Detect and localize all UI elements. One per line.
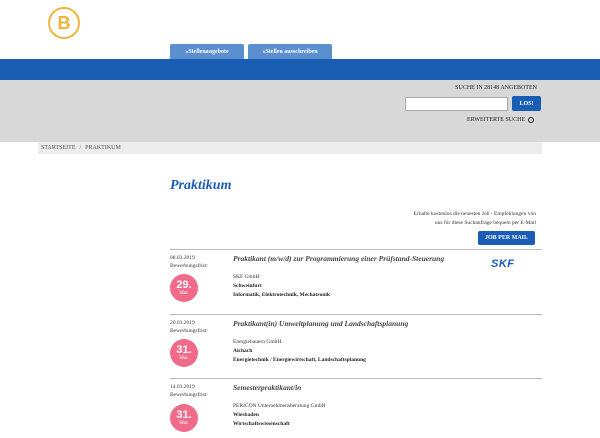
job-per-mail-button[interactable]: JOB PER MAIL xyxy=(478,231,535,245)
tab-label: »Stellenangebote xyxy=(185,48,229,55)
deadline-month: Mar. xyxy=(179,290,189,296)
breadcrumb-current: PRAKTIKUM xyxy=(85,145,121,151)
job-date-value: 20.03.2019 xyxy=(170,320,195,326)
job-date: 20.03.2019 Bewerbungsfrist: xyxy=(170,319,208,335)
job-mail-text-line2: uns für diese Suchanfrage bequem per E-M… xyxy=(434,220,536,226)
breadcrumb-separator: / xyxy=(79,145,82,151)
circle-arrow-icon xyxy=(528,117,535,123)
job-date: 08.03.2019 Bewerbungsfrist: xyxy=(170,254,208,270)
deadline-badge: 29. Mar. xyxy=(170,274,198,302)
logo-letter: B xyxy=(57,13,71,33)
tab-stellen-ausschreiben[interactable]: »Stellen ausschreiben xyxy=(248,44,332,59)
job-city: Wiesbaden xyxy=(233,412,259,418)
job-title-link[interactable]: Semesterpraktikant/in xyxy=(233,383,301,392)
job-divider xyxy=(170,249,542,250)
job-field: Wirtschaftswissenschaft xyxy=(233,421,290,427)
search-button[interactable]: LOS! xyxy=(512,96,541,111)
tab-label: »Stellen ausschreiben xyxy=(262,48,318,55)
deadline-day: 29. xyxy=(176,278,192,291)
deadline-day: 31. xyxy=(176,408,192,421)
company-logo[interactable]: SKF xyxy=(491,258,515,270)
job-company: Energiebauern GmbH xyxy=(233,339,282,345)
job-field: Informatik, Elektrotechnik, Mechatronik xyxy=(233,292,330,298)
site-logo[interactable]: B xyxy=(48,7,80,39)
search-input[interactable] xyxy=(405,97,508,111)
deadline-month: Mar. xyxy=(179,420,189,426)
job-date-value: 08.03.2019 xyxy=(170,255,195,261)
deadline-day: 31. xyxy=(176,343,192,356)
page-title: Praktikum xyxy=(170,178,232,193)
deadline-month: Mar. xyxy=(179,355,189,361)
job-deadline-label: Bewerbungsfrist: xyxy=(170,392,208,398)
job-title-link[interactable]: Praktikant(in) Umweltplanung und Landsch… xyxy=(233,319,408,328)
job-per-mail-label: JOB PER MAIL xyxy=(484,235,528,241)
job-deadline-label: Bewerbungsfrist: xyxy=(170,328,208,334)
advanced-search-label: ERWEITERTE SUCHE xyxy=(467,117,526,123)
job-date: 14.03.2019 Bewerbungsfrist: xyxy=(170,383,208,399)
job-company: PERICON Unternehmensberatung GmbH xyxy=(233,403,326,409)
job-deadline-label: Bewerbungsfrist: xyxy=(170,263,208,269)
tab-stellenangebote[interactable]: »Stellenangebote xyxy=(170,44,244,59)
breadcrumb: STARTSEITE / PRAKTIKUM xyxy=(38,142,542,154)
job-field: Energietechnik / Energiewirtschaft, Land… xyxy=(233,357,366,363)
job-divider xyxy=(170,378,542,379)
deadline-badge: 31. Mar. xyxy=(170,404,198,432)
job-mail-text-line1: Erhalte kostenlos die neuesten Job - Emp… xyxy=(413,211,536,217)
deadline-badge: 31. Mar. xyxy=(170,339,198,367)
search-title: SUCHE IN 28148 ANGEBOTEN xyxy=(455,85,537,91)
job-title-link[interactable]: Praktikant (m/w/d) zur Programmierung ei… xyxy=(233,254,444,263)
job-city: Aichach xyxy=(233,348,253,354)
job-city: Schweinfurt xyxy=(233,283,262,289)
search-button-label: LOS! xyxy=(519,100,534,107)
job-mail-text: Erhalte kostenlos die neuesten Job - Emp… xyxy=(414,210,536,228)
breadcrumb-home[interactable]: STARTSEITE xyxy=(41,145,76,151)
job-divider xyxy=(170,314,542,315)
nav-band xyxy=(0,59,600,80)
job-date-value: 14.03.2019 xyxy=(170,384,195,390)
advanced-search-link[interactable]: ERWEITERTE SUCHE xyxy=(467,117,535,123)
job-company: SKF GmbH xyxy=(233,274,260,280)
